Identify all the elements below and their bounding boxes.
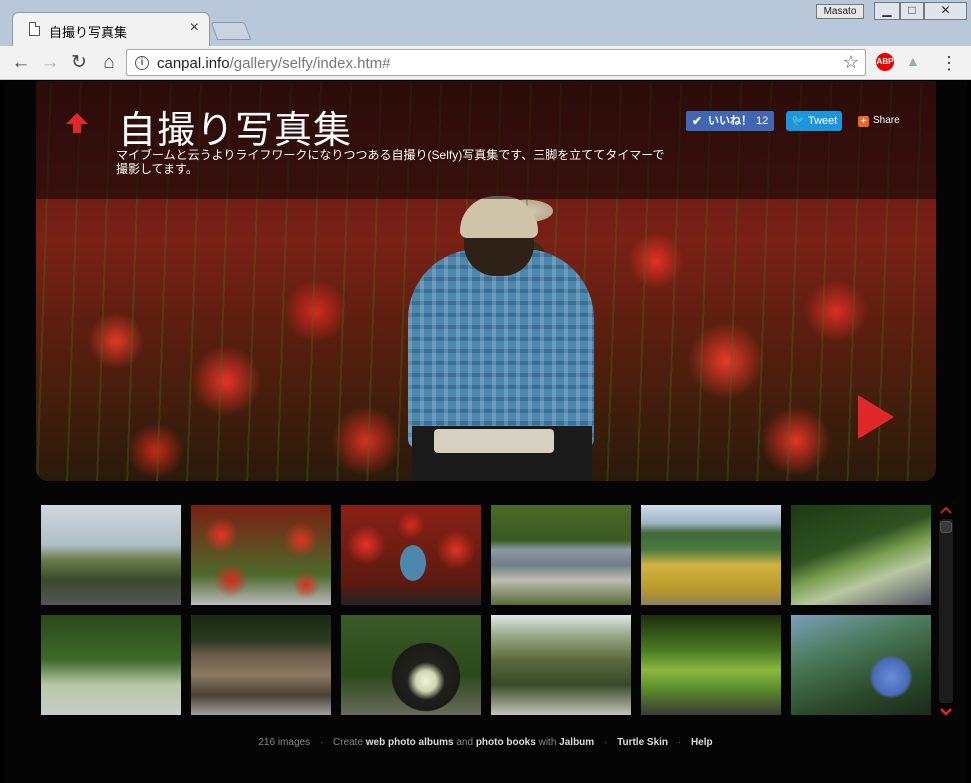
footer-separator: · [319,737,324,748]
thumbnail[interactable] [191,505,331,605]
hero-photo-person-shirt [408,249,594,449]
share-label: Share [873,115,900,126]
address-bar[interactable]: i canpal.info/gallery/selfy/index.htm# ☆ [126,49,866,76]
scrollbar-track[interactable] [939,519,953,703]
home-icon[interactable]: ⌂ [96,50,122,76]
tweet-button[interactable]: 🐦 Tweet [786,111,842,131]
bookmark-star-icon[interactable]: ☆ [843,52,859,73]
forward-arrow-icon[interactable]: → [37,50,63,76]
info-icon[interactable]: i [135,56,149,70]
back-arrow-icon[interactable]: ← [8,50,34,76]
scroll-up-chevron-icon[interactable] [940,505,952,515]
adblock-extension-icon[interactable]: ABP [876,53,894,71]
up-arrow-icon[interactable] [66,113,88,133]
turtle-skin-link[interactable]: Turtle Skin [617,737,668,748]
thumbnail[interactable] [641,505,781,605]
browser-toolbar: ← → ↻ ⌂ i canpal.info/gallery/selfy/inde… [0,46,971,80]
url-host: canpal.info [157,55,230,72]
drive-extension-icon[interactable]: ▲ [906,53,924,69]
profile-badge[interactable]: Masato [816,4,864,19]
footer-and-text: and [456,737,474,748]
gallery-title: 自撮り写真集 [118,110,353,152]
browser-titlebar: 自撮り写真集 × Masato ▁ □ ✕ [0,0,971,46]
play-next-arrow-icon[interactable] [856,393,896,441]
footer-create-text: Create [332,737,363,748]
help-link[interactable]: Help [691,737,713,748]
thumbnail[interactable] [491,615,631,715]
thumbnail[interactable] [491,505,631,605]
check-icon: ✔ [692,114,703,128]
thumbnail[interactable] [341,505,481,605]
minimize-button[interactable]: ▁ [874,2,900,20]
twitter-bird-icon: 🐦 [791,115,805,127]
thumbnail[interactable] [791,615,931,715]
tweet-label: Tweet [808,115,838,127]
reload-icon[interactable]: ↻ [66,50,92,76]
footer-with-text: with [538,737,557,748]
thumbnail[interactable] [41,505,181,605]
thumbnail-scrollbar[interactable] [939,505,953,717]
facebook-like-button[interactable]: ✔ いいね！ 12 [686,111,774,131]
scroll-down-chevron-icon[interactable] [940,707,952,717]
tab-title: 自撮り写真集 [49,25,128,40]
plus-share-icon: + [858,116,869,127]
like-label: いいね！ [708,115,752,127]
gallery-footer: 216 images · Create web photo albums and… [4,737,967,751]
web-photo-albums-link[interactable]: web photo albums [366,737,454,748]
thumbnail[interactable] [191,615,331,715]
image-count: 216 images [258,737,311,748]
maximize-button[interactable]: □ [900,2,924,20]
url-path: /gallery/selfy/index.htm# [229,55,391,72]
thumbnail[interactable] [341,615,481,715]
thumbnail[interactable] [41,615,181,715]
gallery-header: 自撮り写真集 マイブームと云うよりライフワークになりつつある自撮り(Selfy)… [36,81,936,199]
gallery-description: マイブームと云うよりライフワークになりつつある自撮り(Selfy)写真集です、三… [116,148,665,176]
tab-close-icon[interactable]: × [190,19,199,37]
menu-dots-icon[interactable]: ⋮ [940,50,958,76]
gallery-page: 自撮り写真集 マイブームと云うよりライフワークになりつつある自撮り(Selfy)… [4,81,967,783]
jalbum-link[interactable]: Jalbum [559,737,594,748]
new-tab-button[interactable] [210,22,252,40]
thumbnail[interactable] [791,505,931,605]
close-window-button[interactable]: ✕ [924,2,967,20]
url-text[interactable]: canpal.info/gallery/selfy/index.htm# [157,55,390,72]
photo-books-link[interactable]: photo books [476,737,536,748]
footer-separator: · [603,737,608,748]
scrollbar-handle[interactable] [940,521,952,533]
share-button[interactable]: + Share [856,113,906,129]
thumbnail[interactable] [641,615,781,715]
like-count: 12 [756,115,769,127]
hero-photo-person-belt [434,429,554,453]
footer-separator: · [677,737,682,748]
browser-tab[interactable]: 自撮り写真集 × [12,12,210,46]
hero-photo[interactable]: 自撮り写真集 マイブームと云うよりライフワークになりつつある自撮り(Selfy)… [36,81,936,481]
page-icon [29,22,40,36]
